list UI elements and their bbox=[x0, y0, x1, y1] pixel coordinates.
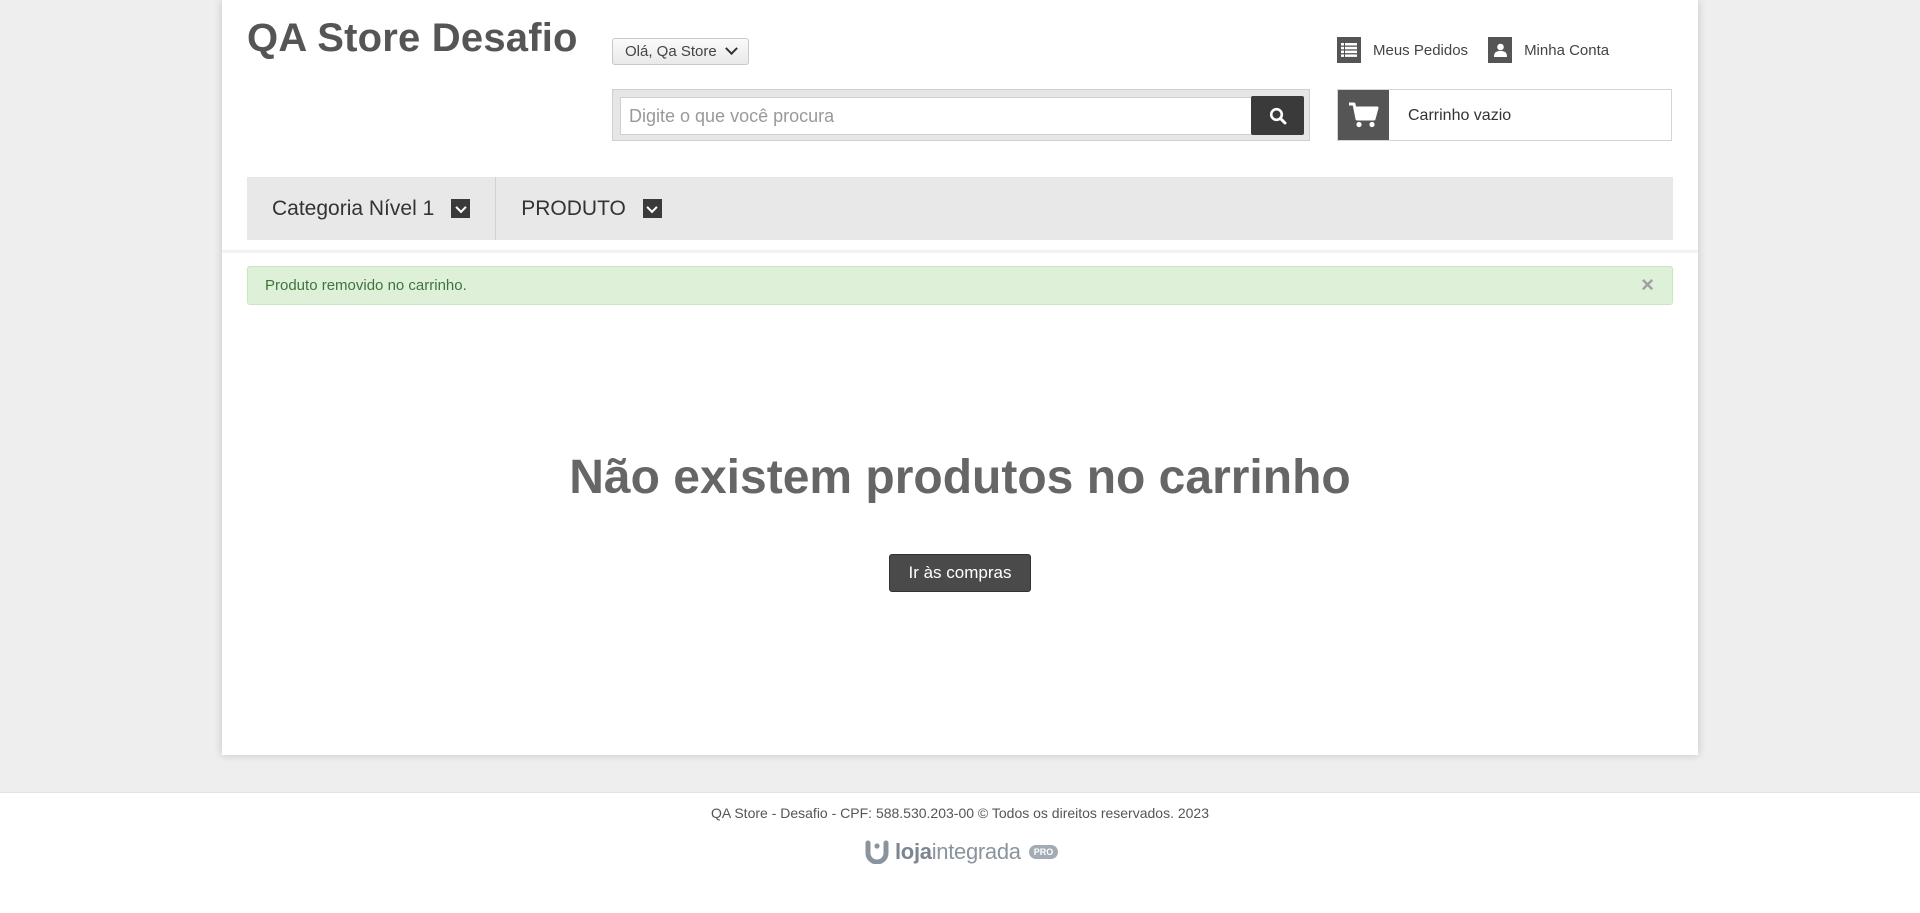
go-shopping-button[interactable]: Ir às compras bbox=[889, 554, 1031, 592]
page-container: QA Store Desafio Olá, Qa Store Meus Pedi… bbox=[222, 0, 1698, 755]
footer-copyright: QA Store - Desafio - CPF: 588.530.203-00… bbox=[711, 805, 1209, 821]
chevron-down-icon bbox=[642, 199, 662, 218]
store-title[interactable]: QA Store Desafio bbox=[247, 16, 578, 61]
category-nav: Categoria Nível 1 PRODUTO bbox=[247, 177, 1673, 240]
my-orders-link[interactable]: Meus Pedidos bbox=[1337, 37, 1468, 63]
header-divider bbox=[222, 250, 1698, 253]
cart-icon bbox=[1338, 90, 1389, 140]
nav-item-produto[interactable]: PRODUTO bbox=[496, 177, 687, 240]
chevron-down-icon bbox=[724, 42, 738, 56]
my-account-label: Minha Conta bbox=[1524, 41, 1610, 59]
user-icon bbox=[1488, 37, 1513, 63]
nav-item-categoria[interactable]: Categoria Nível 1 bbox=[247, 177, 497, 240]
loja-integrada-logo[interactable]: lojaintegrada PRO bbox=[865, 839, 1059, 865]
brand-mark-icon bbox=[865, 840, 889, 864]
cart-widget[interactable]: Carrinho vazio bbox=[1337, 89, 1672, 141]
cart-label: Carrinho vazio bbox=[1408, 107, 1512, 124]
success-alert: Produto removido no carrinho. × bbox=[247, 266, 1673, 305]
empty-cart-title: Não existem produtos no carrinho bbox=[569, 451, 1351, 504]
brand-name: lojaintegrada bbox=[895, 839, 1021, 865]
list-icon bbox=[1337, 37, 1361, 63]
search-input[interactable] bbox=[620, 97, 1252, 135]
nav-item-label: Categoria Nível 1 bbox=[272, 196, 435, 220]
account-dropdown[interactable]: Olá, Qa Store bbox=[612, 38, 749, 65]
alert-message: Produto removido no carrinho. bbox=[265, 277, 467, 294]
nav-item-label: PRODUTO bbox=[521, 196, 626, 220]
my-account-link[interactable]: Minha Conta bbox=[1488, 37, 1609, 63]
brand-name-bold: loja bbox=[895, 839, 932, 864]
search-icon bbox=[1269, 107, 1286, 124]
greeting-label: Olá, Qa Store bbox=[625, 43, 717, 60]
top-links: Meus Pedidos Minha Conta bbox=[1337, 37, 1609, 63]
search-bar bbox=[612, 89, 1310, 141]
close-icon[interactable]: × bbox=[1641, 274, 1654, 296]
my-orders-label: Meus Pedidos bbox=[1373, 41, 1469, 59]
search-button[interactable] bbox=[1251, 96, 1304, 135]
brand-name-rest: integrada bbox=[931, 839, 1021, 864]
footer: QA Store - Desafio - CPF: 588.530.203-00… bbox=[0, 792, 1920, 913]
chevron-down-icon bbox=[451, 199, 471, 218]
pro-badge: PRO bbox=[1028, 845, 1059, 859]
